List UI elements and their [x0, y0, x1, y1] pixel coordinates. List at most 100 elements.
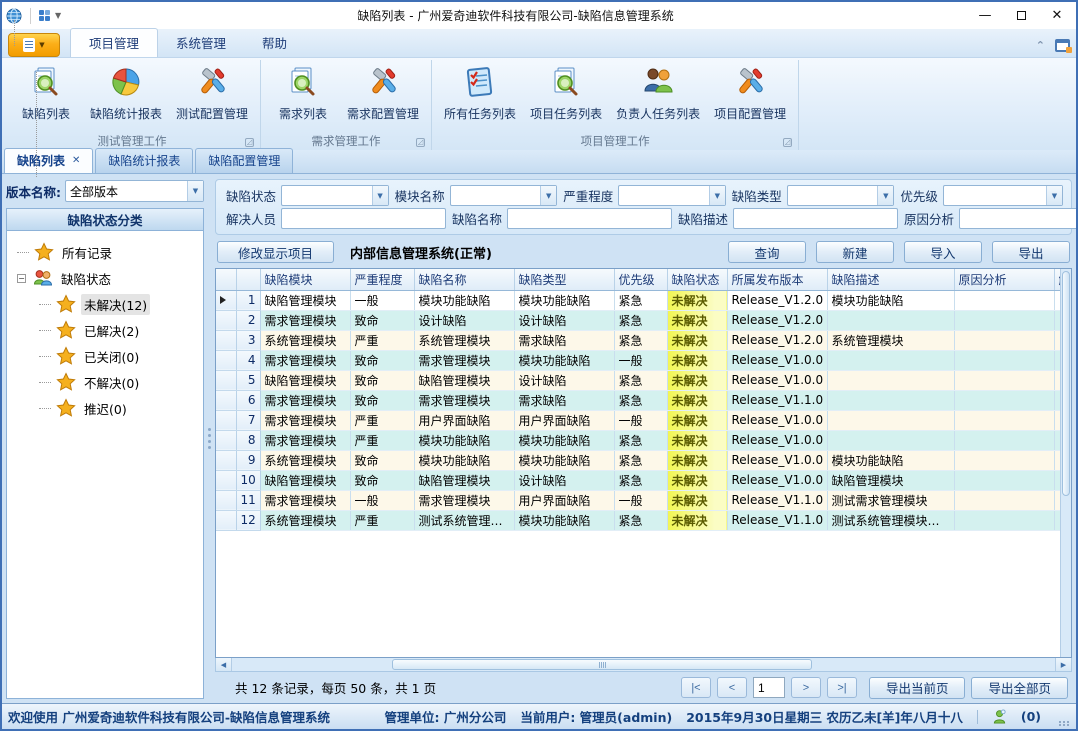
- table-cell[interactable]: Release_V1.2.0: [727, 310, 827, 330]
- new-button[interactable]: 新建: [816, 241, 894, 263]
- ribbon-button[interactable]: 需求配置管理: [341, 62, 425, 124]
- resize-grip[interactable]: [1059, 721, 1070, 726]
- table-cell[interactable]: 未解决: [667, 310, 727, 330]
- page-number-input[interactable]: [753, 677, 785, 698]
- filter-input[interactable]: [281, 208, 446, 229]
- modify-columns-button[interactable]: 修改显示项目: [217, 241, 334, 263]
- table-cell[interactable]: 用户界面缺陷: [514, 490, 614, 510]
- table-cell[interactable]: [827, 410, 954, 430]
- table-cell[interactable]: 系统管理模块: [260, 510, 350, 530]
- table-cell[interactable]: Release_V1.0.0: [727, 450, 827, 470]
- search-button[interactable]: 查询: [728, 241, 806, 263]
- close-button[interactable]: ✕: [1042, 5, 1072, 27]
- ribbon-button[interactable]: 负责人任务列表: [610, 62, 706, 124]
- table-cell[interactable]: 需求管理模块: [414, 350, 514, 370]
- table-cell[interactable]: 紧急: [614, 430, 667, 450]
- table-cell[interactable]: 模块功能缺陷: [414, 430, 514, 450]
- version-select[interactable]: 全部版本 ▼: [65, 180, 204, 202]
- column-header[interactable]: 优先级: [614, 269, 667, 290]
- table-cell[interactable]: 一般: [614, 350, 667, 370]
- table-cell[interactable]: 模块功能缺陷: [827, 450, 954, 470]
- dialog-launcher-icon[interactable]: ◿: [783, 138, 792, 147]
- table-cell[interactable]: [954, 470, 1054, 490]
- table-cell[interactable]: Release_V1.0.0: [727, 410, 827, 430]
- table-cell[interactable]: [954, 290, 1054, 310]
- table-cell[interactable]: 需求缺陷: [514, 330, 614, 350]
- table-cell[interactable]: 致命: [350, 470, 414, 490]
- ribbon-button[interactable]: 需求列表: [267, 62, 339, 124]
- table-cell[interactable]: 致命: [350, 450, 414, 470]
- filter-select[interactable]: ▼: [943, 185, 1063, 206]
- table-row[interactable]: 9系统管理模块致命模块功能缺陷模块功能缺陷紧急未解决Release_V1.0.0…: [216, 450, 1060, 470]
- table-cell[interactable]: 未解决: [667, 470, 727, 490]
- minimize-button[interactable]: —: [970, 5, 1000, 27]
- table-cell[interactable]: [954, 310, 1054, 330]
- table-cell[interactable]: 紧急: [614, 330, 667, 350]
- table-cell[interactable]: 模块功能缺陷: [414, 450, 514, 470]
- collapse-ribbon-icon[interactable]: ⌃: [1036, 39, 1045, 52]
- tree-item[interactable]: 未解决(12): [39, 291, 199, 317]
- table-cell[interactable]: 需求管理模块: [260, 350, 350, 370]
- table-cell[interactable]: 未解决: [667, 450, 727, 470]
- table-cell[interactable]: 严重: [350, 510, 414, 530]
- table-cell[interactable]: 测试系统管理…: [414, 510, 514, 530]
- table-cell[interactable]: 未解决: [667, 490, 727, 510]
- table-cell[interactable]: 一般: [614, 490, 667, 510]
- ribbon-tab[interactable]: 项目管理: [70, 28, 158, 57]
- table-cell[interactable]: 需求管理模块: [260, 490, 350, 510]
- table-cell[interactable]: Release_V1.0.0: [727, 470, 827, 490]
- tree-item[interactable]: 推迟(0): [39, 395, 199, 421]
- table-row[interactable]: 12系统管理模块严重测试系统管理…模块功能缺陷紧急未解决Release_V1.1…: [216, 510, 1060, 530]
- document-tab[interactable]: 缺陷统计报表: [95, 148, 193, 173]
- horizontal-scrollbar[interactable]: ◀ ▶: [215, 658, 1072, 672]
- table-row[interactable]: 10缺陷管理模块致命缺陷管理模块设计缺陷紧急未解决Release_V1.0.0缺…: [216, 470, 1060, 490]
- table-row[interactable]: 11需求管理模块一般需求管理模块用户界面缺陷一般未解决Release_V1.1.…: [216, 490, 1060, 510]
- table-cell[interactable]: 缺陷管理模块: [260, 290, 350, 310]
- ribbon-button[interactable]: 测试配置管理: [170, 62, 254, 124]
- table-cell[interactable]: 缺陷管理模块: [260, 470, 350, 490]
- table-cell[interactable]: 模块功能缺陷: [827, 290, 954, 310]
- table-cell[interactable]: 缺陷管理模块: [260, 370, 350, 390]
- table-row[interactable]: 8需求管理模块严重模块功能缺陷模块功能缺陷紧急未解决Release_V1.0.0: [216, 430, 1060, 450]
- table-row[interactable]: 4需求管理模块致命需求管理模块模块功能缺陷一般未解决Release_V1.0.0: [216, 350, 1060, 370]
- ribbon-button[interactable]: 项目配置管理: [708, 62, 792, 124]
- table-cell[interactable]: 模块功能缺陷: [514, 450, 614, 470]
- column-header[interactable]: 严重程度: [350, 269, 414, 290]
- table-cell[interactable]: 模块功能缺陷: [514, 430, 614, 450]
- vertical-scrollbar[interactable]: [1060, 269, 1071, 657]
- table-cell[interactable]: 未解决: [667, 290, 727, 310]
- scroll-right-icon[interactable]: ▶: [1055, 658, 1071, 671]
- table-cell[interactable]: 设计缺陷: [514, 370, 614, 390]
- next-page-button[interactable]: >: [791, 677, 821, 698]
- table-cell[interactable]: 未解决: [667, 430, 727, 450]
- table-cell[interactable]: 系统管理模块: [414, 330, 514, 350]
- table-cell[interactable]: Release_V1.0.0: [727, 430, 827, 450]
- import-button[interactable]: 导入: [904, 241, 982, 263]
- table-cell[interactable]: 系统管理模块: [260, 330, 350, 350]
- table-cell[interactable]: 致命: [350, 350, 414, 370]
- close-tab-icon[interactable]: ✕: [72, 155, 80, 166]
- collapse-node-icon[interactable]: −: [17, 274, 26, 283]
- tree-item[interactable]: −缺陷状态: [17, 265, 199, 291]
- table-cell[interactable]: 模块功能缺陷: [514, 510, 614, 530]
- table-cell[interactable]: 紧急: [614, 470, 667, 490]
- splitter-handle[interactable]: [206, 174, 213, 703]
- table-cell[interactable]: 一般: [350, 290, 414, 310]
- table-cell[interactable]: [954, 510, 1054, 530]
- column-header[interactable]: 缺陷类型: [514, 269, 614, 290]
- table-cell[interactable]: [954, 370, 1054, 390]
- chevron-down-icon[interactable]: ▼: [187, 181, 203, 201]
- table-cell[interactable]: 需求管理模块: [414, 390, 514, 410]
- scroll-left-icon[interactable]: ◀: [216, 658, 232, 671]
- table-row[interactable]: 6需求管理模块致命需求管理模块需求缺陷紧急未解决Release_V1.1.0: [216, 390, 1060, 410]
- last-page-button[interactable]: >|: [827, 677, 857, 698]
- filter-input[interactable]: [959, 208, 1076, 229]
- document-tab[interactable]: 缺陷配置管理: [195, 148, 293, 173]
- table-cell[interactable]: 严重: [350, 430, 414, 450]
- table-cell[interactable]: 设计缺陷: [414, 310, 514, 330]
- help-window-icon[interactable]: [1055, 39, 1070, 52]
- table-cell[interactable]: [827, 370, 954, 390]
- tree-item[interactable]: 已解决(2): [39, 317, 199, 343]
- chevron-down-icon[interactable]: ▼: [540, 186, 556, 205]
- ribbon-button[interactable]: 所有任务列表: [438, 62, 522, 124]
